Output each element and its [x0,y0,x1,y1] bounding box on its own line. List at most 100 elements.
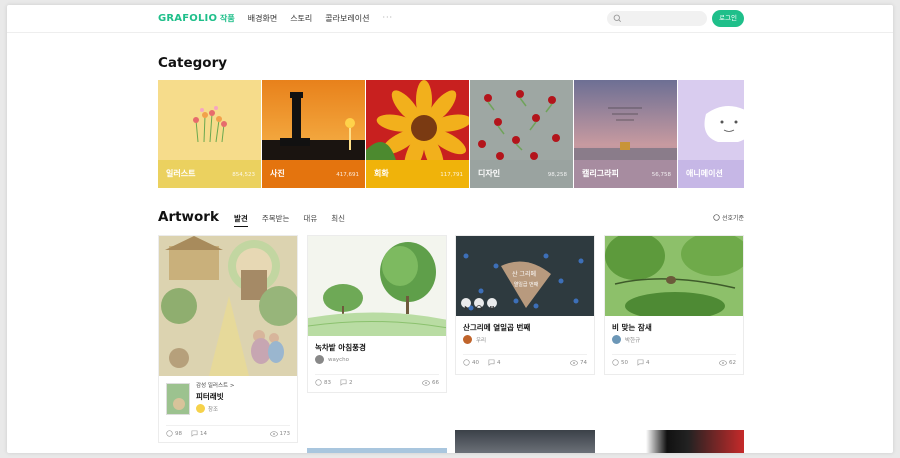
view-count: 66 [432,379,439,386]
nav-more-icon[interactable]: ··· [382,13,393,24]
views: 66 [422,380,439,386]
card-stats: 83 2 66 [315,374,439,386]
category-count: 117,791 [440,172,463,178]
sort-icon [713,214,720,221]
category-card-calligraphy[interactable]: 캘리그라피 56,758 [574,80,677,188]
sort-label: 선호기준 [722,215,745,222]
category-card-design[interactable]: 디자인 98,258 [470,80,573,188]
comment-count: 4 [646,359,650,366]
main-nav: 작품 배경화면 스토리 콜라보레이션 ··· [220,13,406,24]
sort-toggle[interactable]: 선호기준 [713,213,744,222]
views: 74 [570,360,587,366]
view-icon [570,359,578,366]
likes[interactable]: 98 [166,430,182,437]
category-card-painting[interactable]: 회화 117,791 [366,80,469,188]
card-author[interactable]: 창조 [196,404,218,413]
artwork-thumbnail: 산 그리메 열일곱 번째 [456,236,594,316]
next-card-peek [455,430,595,453]
category-name: 디자인 [478,169,501,178]
like-icon [612,359,619,366]
views: 62 [719,360,736,366]
headphone-icon [476,305,482,311]
pause-button[interactable] [487,298,497,310]
card-author[interactable]: waycho [315,355,349,364]
category-card-photo[interactable]: 사진 417,691 [262,80,365,188]
overlay-text-1: 산 그리메 [512,270,536,278]
card-author[interactable]: 우리 [463,335,486,344]
card-title[interactable]: 녹차밭 아침풍경 [315,342,366,353]
artwork-card-bird-in-rain[interactable]: 비 맞는 잠새 박한규 50 4 62 [604,235,744,375]
comments[interactable]: 2 [340,379,353,386]
card-title[interactable]: 비 맞는 잠새 [612,322,652,333]
card-stats: 98 14 173 [166,425,290,437]
comments[interactable]: 14 [191,430,207,437]
tab-trending[interactable]: 주목받는 [262,213,290,227]
card-author[interactable]: 박한규 [612,335,640,344]
nav-item-artworks[interactable]: 작품 [220,13,235,24]
comments[interactable]: 4 [637,359,650,366]
artwork-thumbnail [159,236,297,376]
login-button[interactable]: 로그인 [712,10,744,27]
category-name: 사진 [270,169,285,178]
category-card-illustration[interactable]: 일러스트 854,523 [158,80,261,188]
category-card-animation[interactable]: 애니메이션 [678,80,744,188]
view-icon [269,430,278,437]
nav-item-collaboration[interactable]: 콜라보레이션 [325,13,369,24]
like-icon [166,430,173,437]
series-block[interactable]: 감성 일러스트 > 피터래빗 창조 [164,381,292,421]
tab-popular[interactable]: 대유 [303,213,317,227]
category-count: 417,691 [336,172,359,178]
card-title[interactable]: 산그리메 열일곱 번째 [463,322,530,333]
audio-button[interactable] [474,298,484,311]
view-icon [719,359,727,366]
comment-icon [637,359,644,366]
comment-count: 2 [349,379,353,386]
category-count: 854,523 [232,172,255,178]
category-name: 회화 [374,169,389,178]
likes[interactable]: 40 [463,359,479,366]
search-icon [613,14,622,23]
likes[interactable]: 83 [315,379,331,386]
avatar [463,335,472,344]
overlay-text-2: 열일곱 번째 [514,281,539,288]
category-name: 일러스트 [166,169,196,178]
browser-frame: GRAFOLIO 작품 배경화면 스토리 콜라보레이션 ··· 로그인 Cate… [7,5,893,453]
likes[interactable]: 50 [612,359,628,366]
view-count: 173 [279,430,291,437]
search-input[interactable] [607,11,707,26]
play-button[interactable] [461,298,471,311]
avatar [612,335,621,344]
category-count: 56,758 [651,172,671,178]
series-category[interactable]: 감성 일러스트 > [196,381,234,389]
artwork-card-mountain-silhouette[interactable]: 산 그리메 열일곱 번째 산그리메 열일곱 번째 우리 40 4 74 [455,235,595,375]
category-name: 애니메이션 [686,169,723,178]
like-count: 40 [472,359,479,366]
like-count: 50 [621,359,628,366]
author-name: 박한규 [625,337,641,344]
avatar [315,355,324,364]
tab-latest[interactable]: 최신 [331,213,345,227]
author-name: 창조 [208,406,219,413]
next-card-peek [604,430,744,453]
artwork-card-peter-rabbit[interactable]: 감성 일러스트 > 피터래빗 창조 98 14 173 [158,235,298,443]
like-icon [463,359,470,366]
comment-icon [488,359,495,366]
category-carousel: 일러스트 854,523 사진 417,691 회화 117,791 디자인 9… [158,80,744,188]
category-name: 캘리그라피 [582,169,619,178]
comments[interactable]: 4 [488,359,501,366]
author-name: 우리 [476,337,487,344]
nav-item-wallpapers[interactable]: 배경화면 [248,13,277,24]
series-title[interactable]: 피터래빗 [196,391,224,402]
play-icon [464,305,469,311]
pause-icon [490,306,494,310]
card-stats: 40 4 74 [463,354,587,366]
artwork-card-green-tea-field[interactable]: 녹차밭 아침풍경 waycho 83 2 66 [307,235,447,393]
comment-count: 4 [497,359,501,366]
logo[interactable]: GRAFOLIO [158,13,217,24]
card-stats: 50 4 62 [612,354,736,366]
category-count: 98,258 [547,172,567,178]
comment-count: 14 [200,430,207,437]
artwork-tabs: 발견 주목받는 대유 최신 [234,213,359,227]
tab-discover[interactable]: 발견 [234,213,248,227]
nav-item-story[interactable]: 스토리 [290,13,312,24]
